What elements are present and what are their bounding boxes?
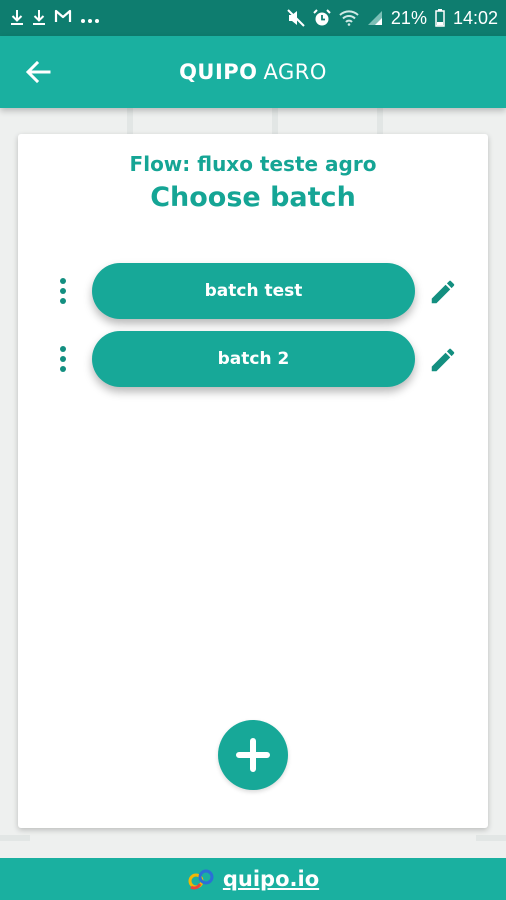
alarm-icon (313, 9, 331, 27)
add-batch-button[interactable] (218, 720, 288, 790)
more-vert-icon[interactable] (51, 275, 75, 307)
mute-icon (287, 9, 305, 27)
back-button[interactable] (22, 58, 54, 86)
list-item: batch 2 (18, 331, 488, 387)
page-title: Choose batch (150, 182, 356, 213)
quipo-website-link[interactable]: quipo.io (223, 867, 319, 891)
wifi-icon (339, 10, 359, 26)
gmail-icon (54, 9, 72, 27)
more-vert-icon[interactable] (51, 343, 75, 375)
download-icon (10, 9, 24, 28)
batch-button[interactable]: batch test (92, 263, 415, 319)
more-dots-icon (80, 9, 100, 28)
batch-button[interactable]: batch 2 (92, 331, 415, 387)
battery-icon (435, 9, 445, 27)
quipo-logo-icon (188, 869, 214, 890)
brand-light-text: AGRO (263, 60, 327, 84)
app-logo: QUIPO AGRO (179, 60, 327, 84)
status-bar: 21% 14:02 (0, 0, 506, 36)
status-time: 14:02 (452, 7, 498, 28)
list-item: batch test (18, 263, 488, 319)
edit-pencil-icon[interactable] (428, 277, 458, 307)
arrow-left-icon (25, 61, 51, 83)
status-right-icons: 21% 14:02 (287, 8, 498, 29)
app-screen: 21% 14:02 QUIPO AGRO Flow: fluxo teste ag… (0, 0, 506, 900)
batch-card: Flow: fluxo teste agro Choose batch batc… (18, 134, 488, 828)
download-icon (32, 9, 46, 28)
app-bar: QUIPO AGRO (0, 36, 506, 108)
plus-icon (236, 738, 270, 772)
battery-percent: 21% (390, 7, 427, 28)
flow-label: Flow: fluxo teste agro (129, 152, 377, 176)
signal-icon (367, 10, 383, 26)
edit-pencil-icon[interactable] (428, 345, 458, 375)
brand-bold-text: QUIPO (179, 60, 258, 84)
status-left-icons (10, 9, 100, 28)
footer-bar: quipo.io (0, 858, 506, 900)
